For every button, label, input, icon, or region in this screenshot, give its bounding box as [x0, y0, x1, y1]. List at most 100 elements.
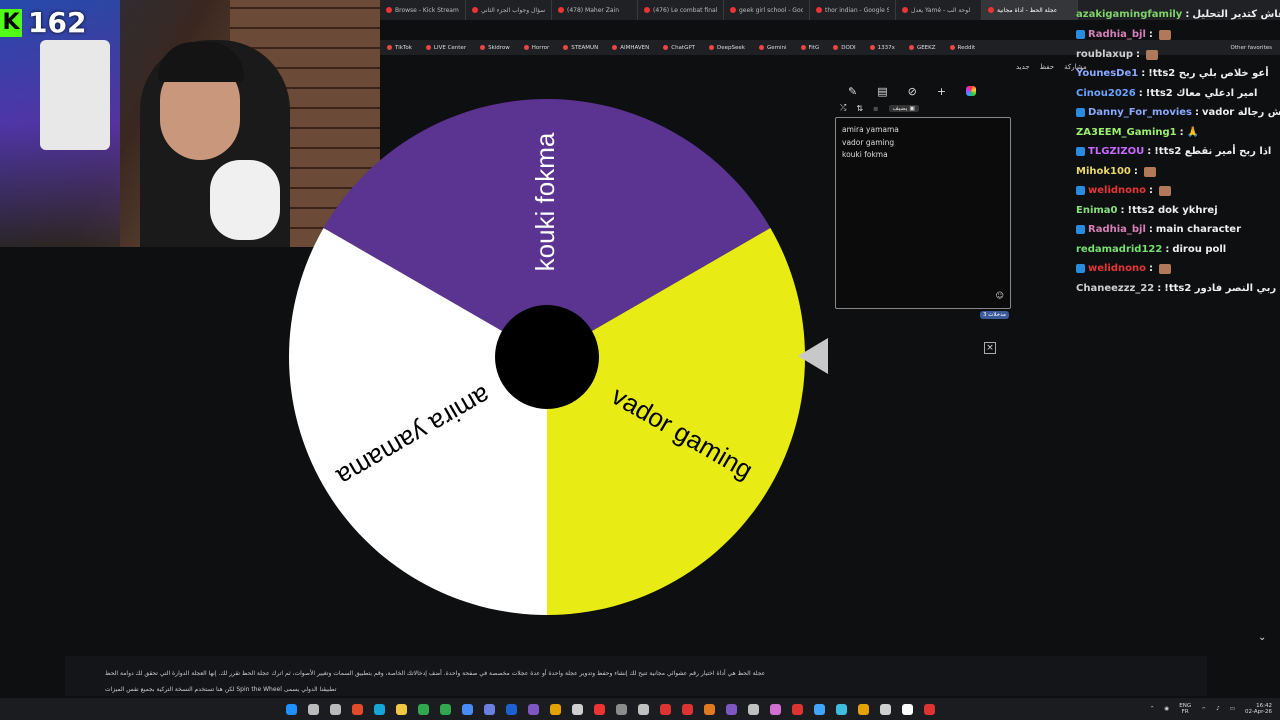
add-image-button[interactable]: يضيف ▣ [888, 104, 920, 112]
bookmark-item[interactable]: LIVE Center [419, 40, 473, 55]
bookmark-item[interactable]: Skidrow [473, 40, 517, 55]
bookmark-icon [709, 45, 715, 50]
chat-message: TLGZIZOU: !tts2 اذا ربح أمير نقطع [1076, 146, 1271, 157]
language-indicator[interactable]: ENG FR [1179, 703, 1191, 715]
chat-username[interactable]: welidnono [1088, 185, 1146, 196]
bookmark-item[interactable]: TikTok [380, 40, 419, 55]
wheel-hub[interactable] [495, 305, 599, 409]
volume-icon[interactable]: ♪ [1216, 706, 1220, 712]
browser-tab[interactable]: thor indian - Google S [810, 0, 896, 20]
taskbar-app-icon[interactable] [676, 700, 698, 718]
chat-username[interactable]: redamadrid122 [1076, 244, 1162, 255]
close-icon[interactable]: × [984, 342, 996, 354]
bookmark-item[interactable]: Reddit [943, 40, 983, 55]
bookmark-item[interactable]: Gemini [752, 40, 794, 55]
sort-icon[interactable]: ⇅ [856, 104, 863, 113]
taskbar-app-icon[interactable] [412, 700, 434, 718]
shuffle-icon[interactable]: ⤮ [840, 103, 846, 113]
chat-username[interactable]: YounesDe1 [1076, 68, 1138, 79]
browser-tab[interactable]: عجلة الحظ - أداة مجانية [982, 0, 1078, 20]
bookmark-item[interactable]: AIMHAVEN [605, 40, 656, 55]
taskbar-app-icon[interactable] [742, 700, 764, 718]
chat-username[interactable]: welidnono [1088, 263, 1146, 274]
chat-message: azakigamingfamily:عجبني كيفاش كتدير التح… [1076, 9, 1280, 20]
description-line-2: لكن هنا تستخدم النسخة التركية بجميع نفس … [105, 686, 337, 693]
taskbar-app-icon[interactable] [764, 700, 786, 718]
battery-icon[interactable]: ▭ [1230, 706, 1235, 712]
taskbar-app-icon[interactable] [544, 700, 566, 718]
taskbar-app-icon[interactable] [588, 700, 610, 718]
wifi-icon[interactable]: ⌔ [1201, 706, 1206, 713]
bookmark-item[interactable]: DeepSeek [702, 40, 752, 55]
browser-tab[interactable]: (478) Maher Zain [552, 0, 638, 20]
app-icon [549, 703, 561, 715]
chat-username[interactable]: roublaxup [1076, 49, 1133, 60]
taskbar-app-icon[interactable] [610, 700, 632, 718]
taskbar-app-icon[interactable] [808, 700, 830, 718]
taskbar-app-icon[interactable] [918, 700, 940, 718]
taskbar-app-icon[interactable] [434, 700, 456, 718]
chat-message: Danny_For_movies:vador غالب ميبوش رجالة [1076, 107, 1280, 118]
taskbar-app-icon[interactable] [280, 700, 302, 718]
image-icon[interactable]: ▪ [873, 104, 878, 113]
tab-favicon-icon [558, 7, 564, 13]
bookmark-item[interactable]: 1337x [863, 40, 902, 55]
network-icon[interactable]: ◉ [1164, 706, 1169, 712]
browser-tab[interactable]: سؤال وجواب الجزء الثاني [466, 0, 552, 20]
taskbar-app-icon[interactable] [698, 700, 720, 718]
chevron-down-icon[interactable]: ⌄ [1258, 632, 1266, 643]
new-button[interactable]: جديد [1016, 63, 1030, 71]
eye-off-icon[interactable]: ⊘ [908, 85, 917, 98]
browser-tab[interactable]: Browse - Kick Streamin [380, 0, 466, 20]
browser-tab[interactable]: (476) Le combat final [638, 0, 724, 20]
palette-icon[interactable] [966, 86, 977, 96]
plus-icon[interactable]: + [937, 85, 946, 98]
chat-username[interactable]: Radhia_bjl [1088, 224, 1146, 235]
bookmark-item[interactable]: FitG [794, 40, 827, 55]
tray-chevron-icon[interactable]: ⌃ [1150, 706, 1155, 712]
taskbar-app-icon[interactable] [852, 700, 874, 718]
taskbar-app-icon[interactable] [390, 700, 412, 718]
browser-tab[interactable]: geek girl school - Goo [724, 0, 810, 20]
chat-username[interactable]: Cinou2026 [1076, 88, 1136, 99]
taskbar-app-icon[interactable] [456, 700, 478, 718]
taskbar-app-icon[interactable] [500, 700, 522, 718]
taskbar-app-icon[interactable] [302, 700, 324, 718]
emoji-icon[interactable]: ☺ [996, 290, 1004, 303]
taskbar-app-icon[interactable] [720, 700, 742, 718]
taskbar-app-icon[interactable] [522, 700, 544, 718]
chat-username[interactable]: Radhia_bjl [1088, 29, 1146, 40]
chat-username[interactable]: Enima0 [1076, 205, 1118, 216]
bookmark-item[interactable]: GEEKZ [902, 40, 943, 55]
entries-textarea[interactable]: amira yamama vador gaming kouki fokma ☺ [835, 117, 1011, 309]
chat-username[interactable]: Chaneezzz_22 [1076, 283, 1154, 294]
browser-tab[interactable]: يعدل Yamé - لوحة الب [896, 0, 982, 20]
taskbar-app-icon[interactable] [896, 700, 918, 718]
editor-toolbar: ✎ ▤ ⊘ + [836, 82, 1012, 100]
taskbar-app-icon[interactable] [368, 700, 390, 718]
bookmark-item[interactable]: ChatGPT [656, 40, 702, 55]
taskbar-app-icon[interactable] [786, 700, 808, 718]
chat-username[interactable]: Danny_For_movies [1088, 107, 1192, 118]
taskbar-app-icon[interactable] [632, 700, 654, 718]
chat-username[interactable]: Mihok100 [1076, 166, 1131, 177]
bookmark-item[interactable]: DODI [826, 40, 862, 55]
clipboard-icon[interactable]: ▤ [877, 85, 887, 98]
spin-wheel[interactable]: kouki fokmavador gamingamira yamama [280, 90, 820, 630]
save-button[interactable]: حفظ [1040, 63, 1055, 71]
chat-username[interactable]: azakigamingfamily [1076, 9, 1182, 20]
taskbar-app-icon[interactable] [874, 700, 896, 718]
taskbar-app-icon[interactable] [654, 700, 676, 718]
chat-username[interactable]: TLGZIZOU [1088, 146, 1144, 157]
clock[interactable]: 16:42 02-Apr-26 [1245, 703, 1272, 715]
bookmark-item[interactable]: Horror [517, 40, 556, 55]
taskbar-app-icon[interactable] [478, 700, 500, 718]
taskbar-app-icon[interactable] [346, 700, 368, 718]
bookmarks-list: TikTok LIVE Center Skidrow Horror STEAMUN AIM… [380, 40, 982, 55]
taskbar-app-icon[interactable] [324, 700, 346, 718]
chat-username[interactable]: ZA3EEM_Gaming1 [1076, 127, 1177, 138]
pencil-icon[interactable]: ✎ [848, 85, 857, 98]
taskbar-app-icon[interactable] [830, 700, 852, 718]
bookmark-item[interactable]: STEAMUN [556, 40, 605, 55]
taskbar-app-icon[interactable] [566, 700, 588, 718]
